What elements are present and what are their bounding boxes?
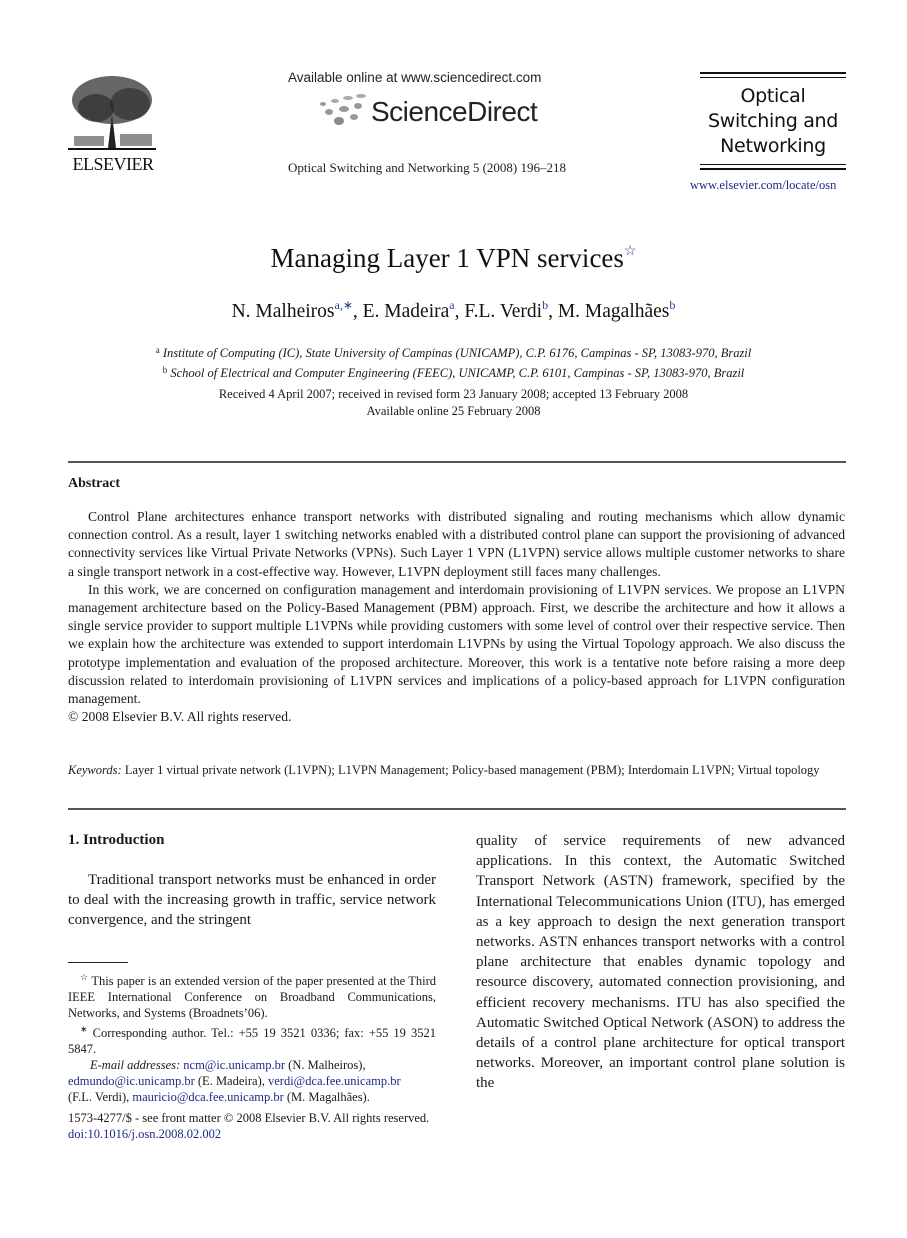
separator: , bbox=[352, 301, 363, 322]
abstract-paragraph: In this work, we are concerned on config… bbox=[68, 581, 845, 707]
footnotes: ☆ This paper is an extended version of t… bbox=[68, 969, 436, 1105]
doi-link[interactable]: doi:10.1016/j.osn.2008.02.002 bbox=[68, 1127, 221, 1141]
footnote-corresponding: ∗ Corresponding author. Tel.: +55 19 352… bbox=[68, 1021, 436, 1057]
email-link[interactable]: ncm@ic.unicamp.br bbox=[183, 1058, 285, 1072]
abstract-paragraph: Control Plane architectures enhance tran… bbox=[68, 509, 845, 579]
divider bbox=[700, 77, 846, 78]
journal-title-box: Optical Switching and Networking bbox=[700, 72, 846, 172]
footnote-title-note: ☆ This paper is an extended version of t… bbox=[68, 969, 436, 1021]
divider bbox=[700, 168, 846, 170]
email-label: E-mail addresses: bbox=[90, 1058, 181, 1073]
received-dates: Received 4 April 2007; received in revis… bbox=[218, 387, 689, 401]
affiliation-a: a Institute of Computing (IC), State Uni… bbox=[0, 342, 907, 362]
star-icon: ☆ bbox=[80, 972, 89, 982]
journal-title-line: Switching and bbox=[707, 110, 839, 132]
journal-title: Optical Switching and Networking bbox=[700, 84, 846, 159]
author-name: F.L. Verdi bbox=[464, 301, 543, 322]
affiliation-text: Institute of Computing (IC), State Unive… bbox=[162, 346, 752, 360]
affiliation-b: b School of Electrical and Computer Engi… bbox=[0, 362, 907, 382]
online-date: Available online 25 February 2008 bbox=[366, 404, 541, 418]
keywords: Keywords: Layer 1 virtual private networ… bbox=[68, 761, 845, 779]
email-owner: (N. Malheiros), bbox=[285, 1058, 366, 1073]
divider bbox=[68, 808, 846, 810]
author-affiliation-mark[interactable]: a,∗ bbox=[335, 298, 353, 312]
journal-title-line: Optical bbox=[740, 85, 806, 107]
abstract-body: Control Plane architectures enhance tran… bbox=[68, 508, 845, 726]
email-owner: (M. Magalhães). bbox=[283, 1090, 370, 1105]
divider bbox=[700, 72, 846, 74]
elsevier-logo: ELSEVIER bbox=[66, 74, 160, 174]
email-link[interactable]: mauricio@dca.fee.unicamp.br bbox=[132, 1090, 283, 1104]
email-link[interactable]: edmundo@ic.unicamp.br bbox=[68, 1074, 195, 1088]
separator: , bbox=[454, 301, 465, 322]
keywords-text: Layer 1 virtual private network (L1VPN);… bbox=[124, 763, 820, 777]
affiliations: a Institute of Computing (IC), State Uni… bbox=[0, 342, 907, 382]
body-paragraph: Traditional transport networks must be e… bbox=[68, 872, 436, 929]
asterisk-icon: ∗ bbox=[80, 1024, 88, 1035]
right-column-text: quality of service requirements of new a… bbox=[476, 831, 845, 1094]
keywords-label: Keywords: bbox=[68, 763, 122, 777]
affiliation-mark: b bbox=[162, 365, 168, 375]
article-title-text: Managing Layer 1 VPN services bbox=[270, 243, 624, 273]
section-heading: 1. Introduction bbox=[68, 832, 165, 848]
email-owner: (F.L. Verdi), bbox=[68, 1090, 133, 1105]
footnote-divider bbox=[68, 962, 128, 963]
abstract-heading: Abstract bbox=[68, 476, 121, 491]
footnote-text: Corresponding author. Tel.: +55 19 3521 … bbox=[68, 1026, 436, 1057]
journal-title-line: Networking bbox=[720, 135, 826, 157]
divider bbox=[68, 461, 846, 463]
sciencedirect-wordmark: ScienceDirect bbox=[371, 96, 538, 127]
left-column-text: Traditional transport networks must be e… bbox=[68, 870, 436, 931]
sciencedirect-logo[interactable]: ScienceDirect bbox=[315, 92, 555, 132]
separator: , bbox=[548, 301, 558, 322]
author-affiliation-mark[interactable]: b bbox=[669, 298, 675, 312]
footnote-text: This paper is an extended version of the… bbox=[68, 974, 436, 1021]
article-dates: Received 4 April 2007; received in revis… bbox=[0, 386, 907, 420]
affiliation-text: School of Electrical and Computer Engine… bbox=[170, 366, 745, 380]
available-online-text: Available online at www.sciencedirect.co… bbox=[288, 70, 542, 85]
author-list: N. Malheirosa,∗, E. Madeiraa, F.L. Verdi… bbox=[0, 298, 907, 323]
divider bbox=[700, 164, 846, 165]
journal-reference: Optical Switching and Networking 5 (2008… bbox=[288, 160, 567, 175]
affiliation-mark: a bbox=[155, 345, 160, 355]
email-owner: (E. Madeira), bbox=[194, 1074, 268, 1089]
author-name: E. Madeira bbox=[362, 301, 450, 322]
front-matter: 1573-4277/$ - see front matter © 2008 El… bbox=[68, 1110, 429, 1142]
email-link[interactable]: verdi@dca.fee.unicamp.br bbox=[268, 1074, 401, 1088]
title-footnote-star-icon[interactable]: ☆ bbox=[624, 244, 637, 259]
footnote-emails: E-mail addresses: ncm@ic.unicamp.br (N. … bbox=[68, 1057, 436, 1105]
author-name: M. Magalhães bbox=[557, 301, 670, 322]
journal-url-link[interactable]: www.elsevier.com/locate/osn bbox=[690, 178, 836, 193]
abstract-copyright: © 2008 Elsevier B.V. All rights reserved… bbox=[68, 709, 292, 725]
elsevier-tree-icon bbox=[68, 76, 156, 150]
issn-line: 1573-4277/$ - see front matter © 2008 El… bbox=[68, 1111, 430, 1125]
elsevier-wordmark: ELSEVIER bbox=[72, 154, 155, 174]
body-paragraph: quality of service requirements of new a… bbox=[476, 833, 845, 1092]
author-name: N. Malheiros bbox=[231, 301, 335, 322]
sciencedirect-dots-icon bbox=[320, 94, 366, 125]
article-title: Managing Layer 1 VPN services☆ bbox=[0, 243, 907, 274]
